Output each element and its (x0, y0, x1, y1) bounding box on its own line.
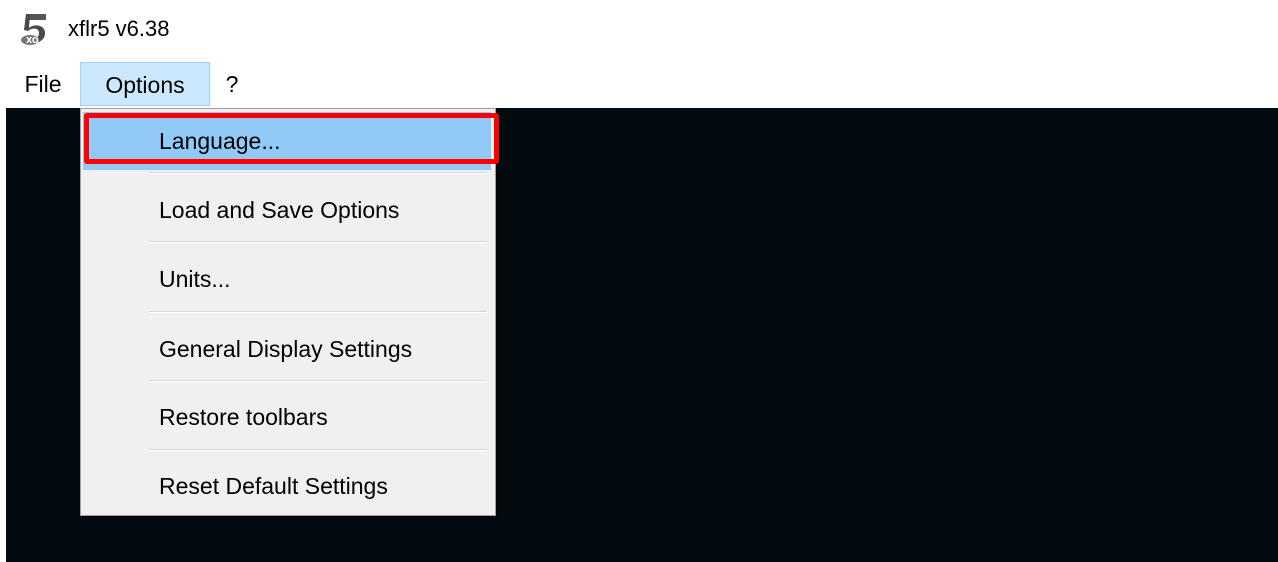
menu-item-language[interactable]: Language... (83, 112, 491, 170)
menu-item-reset-default-settings[interactable]: Reset Default Settings (83, 457, 491, 515)
window-title: xflr5 v6.38 (68, 16, 170, 41)
options-dropdown-menu: Language... Load and Save Options Units.… (80, 108, 496, 516)
menu-help[interactable]: ? (214, 62, 250, 106)
menu-file[interactable]: File (14, 62, 72, 106)
svg-text:XO: XO (26, 36, 39, 45)
title-bar: XO xflr5 v6.38 (0, 0, 1278, 60)
menu-item-general-display-settings[interactable]: General Display Settings (83, 320, 491, 378)
menu-item-load-save-options[interactable]: Load and Save Options (83, 181, 491, 239)
menu-options[interactable]: Options (80, 62, 210, 106)
menu-separator (149, 241, 487, 243)
menu-bar: File Options ? (0, 62, 1278, 108)
menu-separator (149, 311, 487, 313)
menu-separator (149, 380, 487, 382)
xflr5-app-icon: XO (21, 14, 46, 45)
menu-item-restore-toolbars[interactable]: Restore toolbars (83, 388, 491, 446)
menu-item-units[interactable]: Units... (83, 250, 491, 308)
menu-separator (149, 172, 487, 174)
menu-separator (149, 449, 487, 451)
